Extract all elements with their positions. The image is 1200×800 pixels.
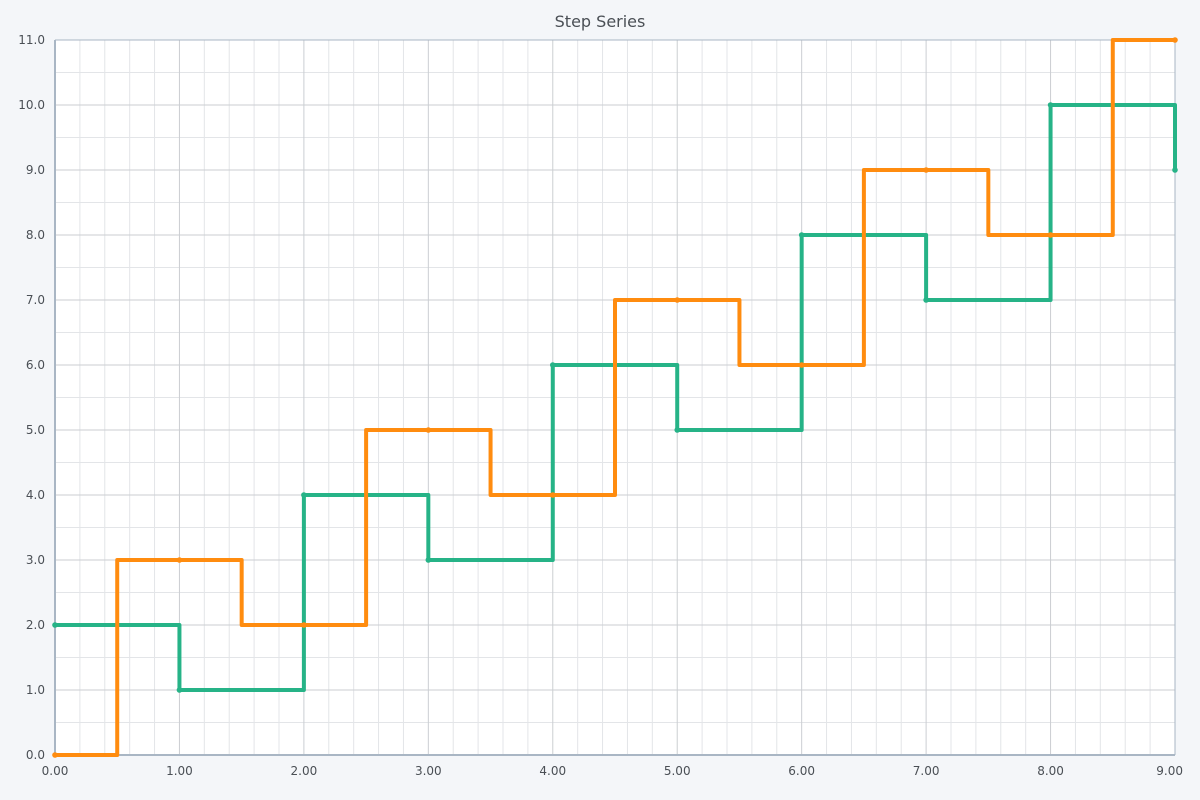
series-1-point (1047, 102, 1054, 108)
series-2-point (923, 167, 929, 173)
series-2-point (1172, 37, 1178, 43)
step-series-chart: Step Series 0.0 1.0 2.0 3.0 4.0 5.0 6.0 7.0 8.0 9… (18, 12, 1183, 778)
y-tick-label: 0.0 (26, 748, 45, 762)
y-tick-label: 2.0 (26, 618, 45, 632)
series-1-point (923, 297, 929, 303)
series-1-point (176, 687, 183, 693)
series-1-point (301, 492, 307, 498)
x-tick-label: 4.00 (539, 764, 566, 778)
series-2-point (301, 622, 307, 628)
series-1-point (798, 232, 805, 238)
series-1-point (425, 557, 432, 563)
y-tick-label: 4.0 (26, 488, 45, 502)
x-tick-label: 5.00 (664, 764, 691, 778)
series-1-point (549, 362, 556, 368)
y-tick-label: 8.0 (26, 228, 45, 242)
x-axis-tick-labels: 0.00 1.00 2.00 3.00 4.00 5.00 6.00 7.00 8.00 9.00 (42, 764, 1183, 778)
series-2-point (176, 557, 183, 563)
y-tick-label: 10.0 (18, 98, 45, 112)
series-1-point (674, 427, 681, 433)
x-tick-label: 0.00 (42, 764, 69, 778)
series-1-point (1172, 167, 1178, 173)
y-tick-label: 7.0 (26, 293, 45, 307)
y-tick-label: 9.0 (26, 163, 45, 177)
y-tick-label: 5.0 (26, 423, 45, 437)
chart-title: Step Series (555, 12, 646, 31)
series-1-point (52, 622, 58, 628)
y-axis-tick-labels: 0.0 1.0 2.0 3.0 4.0 5.0 6.0 7.0 8.0 9.0 10.0 11.0 (18, 33, 45, 762)
x-tick-label: 7.00 (913, 764, 940, 778)
series-2-point (674, 297, 681, 303)
x-tick-label: 3.00 (415, 764, 442, 778)
x-tick-label: 2.00 (291, 764, 318, 778)
x-tick-label: 6.00 (788, 764, 815, 778)
y-tick-label: 1.0 (26, 683, 45, 697)
series-2-point (425, 427, 432, 433)
x-tick-label: 9.00 (1156, 764, 1183, 778)
x-tick-label: 8.00 (1037, 764, 1064, 778)
y-tick-label: 11.0 (18, 33, 45, 47)
series-2-point (52, 752, 58, 758)
series-2-point (549, 492, 556, 498)
series-2-point (1047, 232, 1054, 238)
y-tick-label: 6.0 (26, 358, 45, 372)
x-tick-label: 1.00 (166, 764, 193, 778)
series-2-point (798, 362, 805, 368)
y-tick-label: 3.0 (26, 553, 45, 567)
